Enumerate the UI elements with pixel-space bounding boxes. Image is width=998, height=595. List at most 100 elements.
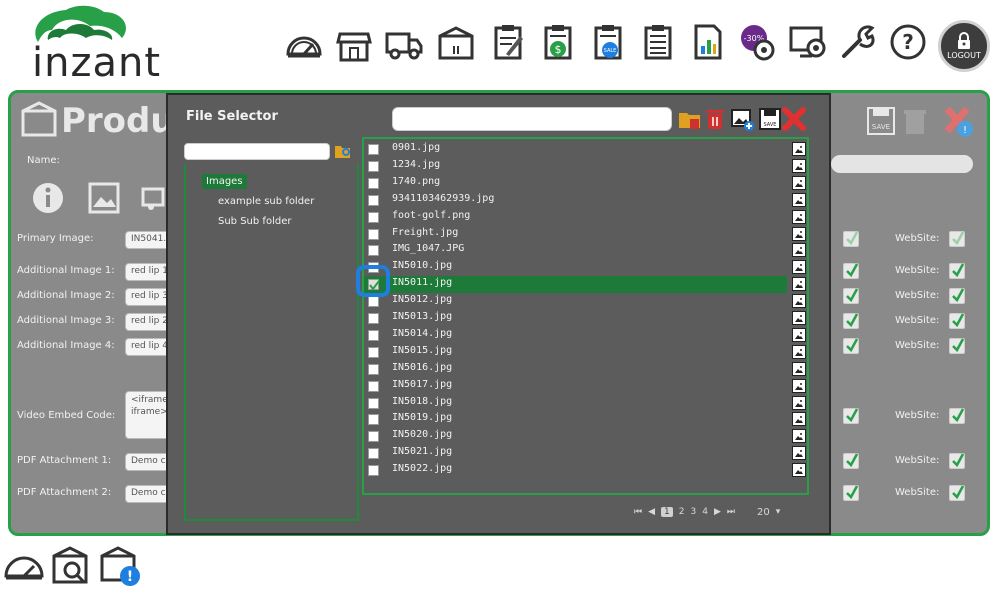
- file-row[interactable]: IN5020.jpg: [364, 428, 806, 445]
- image-preview-icon[interactable]: [792, 344, 806, 359]
- product-alert-icon[interactable]: !: [941, 105, 973, 137]
- image-preview-icon[interactable]: [792, 429, 806, 444]
- file-row[interactable]: IN5019.jpg: [364, 411, 806, 428]
- sales-report-icon[interactable]: $: [536, 20, 580, 64]
- file-checkbox[interactable]: [368, 228, 379, 240]
- image-preview-icon[interactable]: [792, 142, 806, 156]
- website-checkbox[interactable]: [949, 453, 965, 469]
- discount-settings-icon[interactable]: -30%: [736, 20, 780, 64]
- sale-document-icon[interactable]: SALE: [586, 20, 630, 64]
- enabled-checkbox[interactable]: [843, 313, 859, 329]
- logout-button[interactable]: LOGOUT: [938, 20, 990, 72]
- list-document-icon[interactable]: [636, 20, 680, 64]
- file-row[interactable]: IN5011.jpg: [364, 276, 806, 294]
- image-preview-icon[interactable]: [792, 158, 806, 173]
- image-preview-icon[interactable]: [792, 395, 806, 410]
- enabled-checkbox[interactable]: [843, 263, 859, 279]
- file-row[interactable]: IN5013.jpg: [364, 310, 806, 327]
- last-page-button[interactable]: ⏭: [727, 507, 735, 517]
- file-row[interactable]: 9341103462939.jpg: [364, 192, 806, 209]
- prev-page-button[interactable]: ◀: [648, 507, 655, 517]
- image-preview-icon[interactable]: [792, 243, 806, 258]
- image-preview-icon[interactable]: [792, 361, 806, 376]
- file-row[interactable]: IN5012.jpg: [364, 293, 806, 310]
- help-icon[interactable]: ?: [886, 20, 930, 64]
- product-search-icon[interactable]: [50, 544, 94, 588]
- file-checkbox[interactable]: [368, 329, 379, 341]
- file-row[interactable]: IN5022.jpg: [364, 462, 806, 479]
- file-checkbox[interactable]: [368, 397, 379, 409]
- save-icon[interactable]: SAVE: [758, 107, 782, 131]
- folder-delete-icon[interactable]: [678, 107, 702, 131]
- next-page-button[interactable]: ▶: [714, 507, 721, 517]
- file-checkbox[interactable]: [368, 296, 379, 308]
- file-row[interactable]: Freight.jpg: [364, 226, 806, 243]
- chevron-down-icon[interactable]: ▾: [776, 507, 781, 517]
- file-row[interactable]: IMG_1047.JPG: [364, 242, 806, 259]
- file-row[interactable]: 0901.jpg: [364, 141, 806, 158]
- page-4-button[interactable]: 4: [702, 507, 708, 517]
- page-1-button[interactable]: 1: [661, 507, 673, 517]
- image-preview-icon[interactable]: [792, 446, 806, 461]
- file-row[interactable]: IN5021.jpg: [364, 445, 806, 462]
- page-2-button[interactable]: 2: [679, 507, 685, 517]
- image-preview-icon[interactable]: [792, 294, 806, 309]
- file-checkbox[interactable]: [368, 211, 379, 223]
- file-checkbox[interactable]: [368, 346, 379, 358]
- name-field[interactable]: [831, 155, 973, 173]
- file-row[interactable]: IN5017.jpg: [364, 378, 806, 395]
- dashboard-icon[interactable]: [282, 22, 326, 66]
- add-image-icon[interactable]: [730, 107, 754, 131]
- file-checkbox[interactable]: [368, 431, 379, 443]
- file-checkbox[interactable]: [368, 448, 379, 460]
- file-checkbox[interactable]: [368, 380, 379, 392]
- delivery-truck-icon[interactable]: [382, 22, 426, 66]
- enabled-checkbox[interactable]: [843, 453, 859, 469]
- page-3-button[interactable]: 3: [691, 507, 697, 517]
- image-preview-icon[interactable]: [792, 175, 806, 190]
- trash-icon[interactable]: [703, 107, 727, 131]
- edit-document-icon[interactable]: [486, 20, 530, 64]
- file-row[interactable]: IN5016.jpg: [364, 361, 806, 378]
- first-page-button[interactable]: ⏮: [634, 507, 642, 517]
- file-checkbox[interactable]: [368, 245, 379, 257]
- website-checkbox[interactable]: [949, 408, 965, 424]
- enabled-checkbox[interactable]: [843, 231, 859, 247]
- inzant-logo[interactable]: inzant: [30, 4, 160, 86]
- file-search-input[interactable]: [392, 107, 672, 131]
- website-checkbox[interactable]: [949, 231, 965, 247]
- tree-item-sub-sub-folder[interactable]: Sub Sub folder: [214, 214, 295, 229]
- image-preview-icon[interactable]: [792, 463, 806, 478]
- product-box-icon[interactable]: [434, 22, 478, 66]
- chart-document-icon[interactable]: [686, 20, 730, 64]
- folder-search-icon[interactable]: [334, 142, 352, 160]
- file-row[interactable]: 1740.png: [364, 175, 806, 192]
- enabled-checkbox[interactable]: [843, 338, 859, 354]
- website-checkbox[interactable]: [949, 338, 965, 354]
- file-checkbox[interactable]: [368, 144, 379, 155]
- file-checkbox[interactable]: [368, 414, 379, 426]
- file-checkbox[interactable]: [368, 177, 379, 189]
- enabled-checkbox[interactable]: [843, 485, 859, 501]
- website-checkbox[interactable]: [949, 263, 965, 279]
- file-row[interactable]: IN5010.jpg: [364, 259, 806, 276]
- product-alert-icon[interactable]: !: [98, 544, 142, 588]
- file-checkbox[interactable]: [368, 313, 379, 324]
- file-row[interactable]: 1234.jpg: [364, 158, 806, 175]
- file-checkbox[interactable]: [368, 363, 379, 375]
- image-preview-icon[interactable]: [792, 260, 806, 275]
- page-size-select[interactable]: 20: [757, 507, 770, 518]
- website-checkbox[interactable]: [949, 288, 965, 304]
- image-preview-icon[interactable]: [792, 226, 806, 241]
- delete-icon[interactable]: [899, 105, 931, 137]
- image-preview-icon[interactable]: [792, 192, 806, 207]
- file-row[interactable]: foot-golf.png: [364, 209, 806, 226]
- image-preview-icon[interactable]: [792, 311, 806, 325]
- image-preview-icon[interactable]: [792, 209, 806, 224]
- close-icon[interactable]: [782, 107, 806, 131]
- image-tab-icon[interactable]: [87, 181, 121, 215]
- computer-settings-icon[interactable]: [786, 20, 830, 64]
- image-preview-icon[interactable]: [792, 378, 806, 393]
- file-row[interactable]: IN5015.jpg: [364, 344, 806, 361]
- image-preview-icon[interactable]: [792, 412, 806, 427]
